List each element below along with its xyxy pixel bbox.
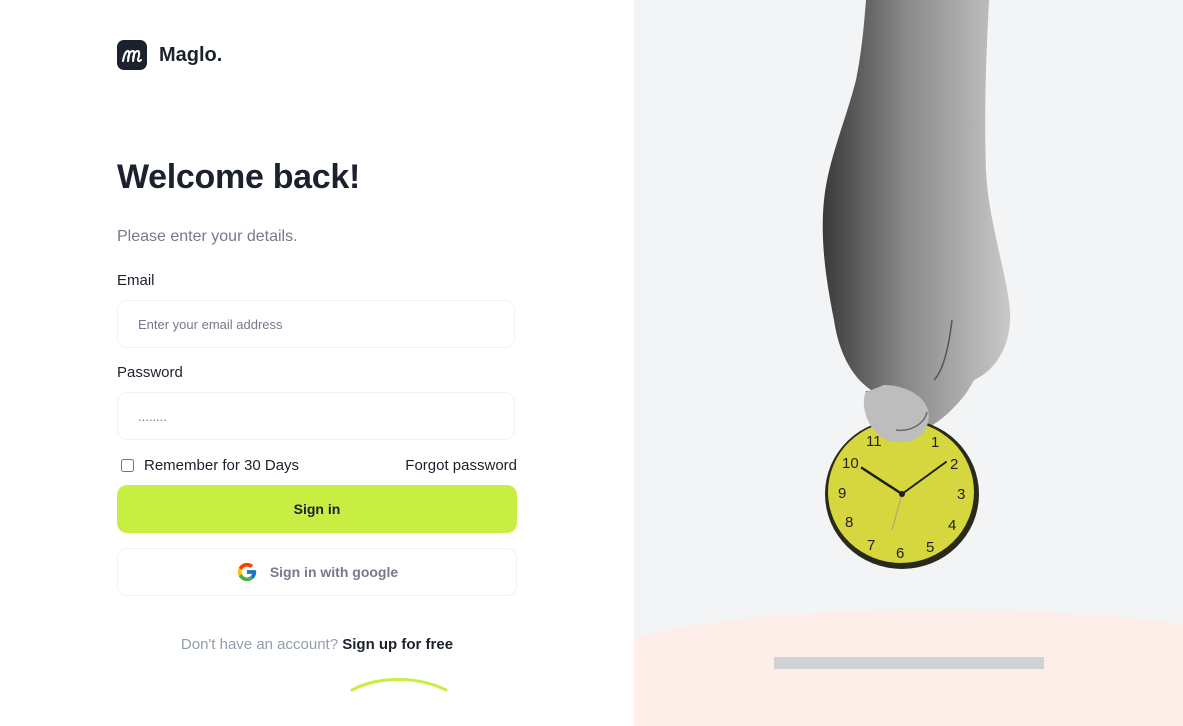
- clock-number: 10: [842, 455, 859, 472]
- remember-label: Remember for 30 Days: [144, 456, 300, 474]
- remember-row: Remember for 30 Days Forgot password: [117, 455, 517, 475]
- hand-holding-clock-illustration: 1 2 3 4 5 6 7 8 9 10 11: [822, 0, 1011, 569]
- clock-number: 5: [926, 539, 934, 556]
- slot-bar: [774, 657, 1044, 669]
- google-sign-in-button[interactable]: Sign in with google: [117, 548, 517, 596]
- brand-name: Maglo.: [159, 43, 223, 66]
- decorative-swoosh: [350, 678, 448, 692]
- clock-number: 8: [845, 514, 853, 531]
- page-title: Welcome back!: [117, 158, 361, 196]
- password-field[interactable]: [117, 392, 515, 440]
- clock-number: 6: [896, 545, 904, 562]
- illustration-panel: 1 2 3 4 5 6 7 8 9 10 11: [634, 0, 1183, 726]
- clock-number: 2: [950, 456, 958, 473]
- signup-prompt: Don't have an account? Sign up for free: [117, 636, 517, 653]
- forgot-password-link[interactable]: Forgot password: [405, 457, 517, 474]
- clock-number: 11: [866, 433, 882, 450]
- clock-number: 7: [867, 537, 875, 554]
- brand-logo: Maglo.: [117, 40, 222, 70]
- clock-number: 1: [931, 434, 939, 451]
- remember-checkbox[interactable]: [121, 458, 134, 472]
- google-sign-in-label: Sign in with google: [269, 564, 399, 580]
- clock-number: 9: [838, 485, 846, 502]
- clock-number: 4: [948, 517, 956, 534]
- sign-in-button[interactable]: Sign in: [117, 485, 517, 533]
- maglo-logo-icon: [117, 40, 147, 70]
- sign-up-link[interactable]: Sign up for free: [342, 636, 453, 653]
- google-icon: [236, 561, 258, 583]
- signup-question: Don't have an account?: [180, 636, 339, 653]
- remember-option[interactable]: Remember for 30 Days: [117, 457, 299, 474]
- password-label: Password: [117, 364, 183, 381]
- email-label: Email: [117, 272, 155, 289]
- login-panel: Maglo. Welcome back! Please enter your d…: [0, 0, 634, 726]
- page-subtitle: Please enter your details.: [117, 228, 298, 245]
- clock-number: 3: [957, 486, 965, 503]
- email-field[interactable]: [117, 300, 515, 348]
